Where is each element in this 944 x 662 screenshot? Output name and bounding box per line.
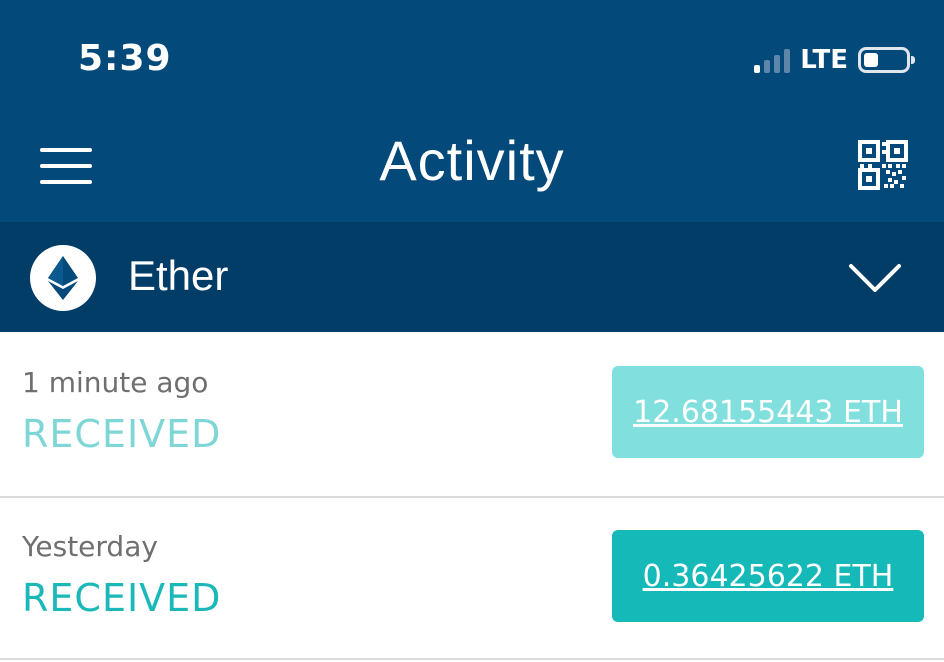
currency-name: Ether bbox=[128, 252, 229, 299]
status-bar-time: 5:39 bbox=[78, 38, 172, 79]
transaction-row[interactable]: Yesterday RECEIVED 0.36425622 ETH bbox=[0, 496, 944, 660]
network-type-label: LTE bbox=[800, 45, 848, 75]
transaction-time: 1 minute ago bbox=[22, 366, 209, 399]
qr-code-icon[interactable] bbox=[858, 140, 908, 190]
page-title: Activity bbox=[379, 129, 565, 192]
battery-icon bbox=[858, 47, 915, 73]
cellular-signal-icon bbox=[754, 47, 791, 73]
transaction-status: RECEIVED bbox=[22, 412, 222, 456]
transaction-amount-button[interactable]: 0.36425622 ETH bbox=[612, 530, 924, 622]
ethereum-icon bbox=[30, 245, 96, 311]
transaction-status: RECEIVED bbox=[22, 576, 222, 620]
transaction-row[interactable]: 1 minute ago RECEIVED 12.68155443 ETH bbox=[0, 332, 944, 496]
status-bar-indicators: LTE bbox=[754, 40, 915, 80]
transaction-time: Yesterday bbox=[22, 530, 158, 563]
row-divider bbox=[0, 658, 944, 660]
chevron-down-icon[interactable] bbox=[848, 262, 902, 294]
transaction-amount-button[interactable]: 12.68155443 ETH bbox=[612, 366, 924, 458]
app-header: 5:39 LTE Activity bbox=[0, 0, 944, 222]
